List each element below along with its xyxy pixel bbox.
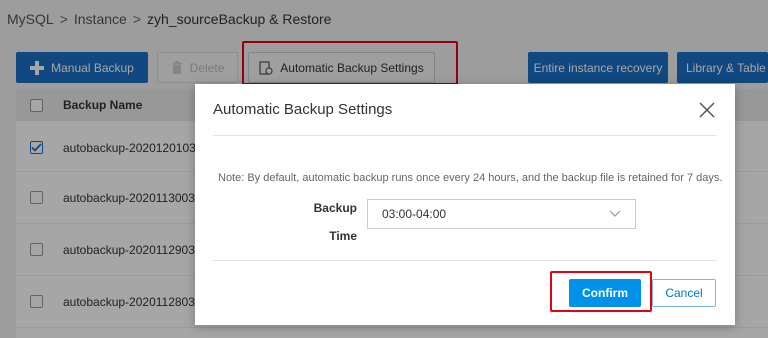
backup-time-label: Backup Time [313,194,357,250]
dialog-footer [213,260,717,325]
dialog-header: Automatic Backup Settings [213,84,717,136]
automatic-backup-settings-dialog: Automatic Backup Settings Note: By defau… [195,84,735,325]
dialog-title: Automatic Backup Settings [213,101,393,118]
chevron-down-icon [609,207,621,221]
backup-time-label-line2: Time [329,229,357,243]
close-icon[interactable] [697,100,717,120]
backup-time-select[interactable]: 03:00-04:00 [367,199,636,229]
backup-time-value: 03:00-04:00 [382,207,447,221]
dialog-note: Note: By default, automatic backup runs … [218,172,723,184]
backup-time-label-line1: Backup [313,201,357,215]
confirm-button[interactable]: Confirm [569,279,641,307]
cancel-button[interactable]: Cancel [652,279,716,307]
